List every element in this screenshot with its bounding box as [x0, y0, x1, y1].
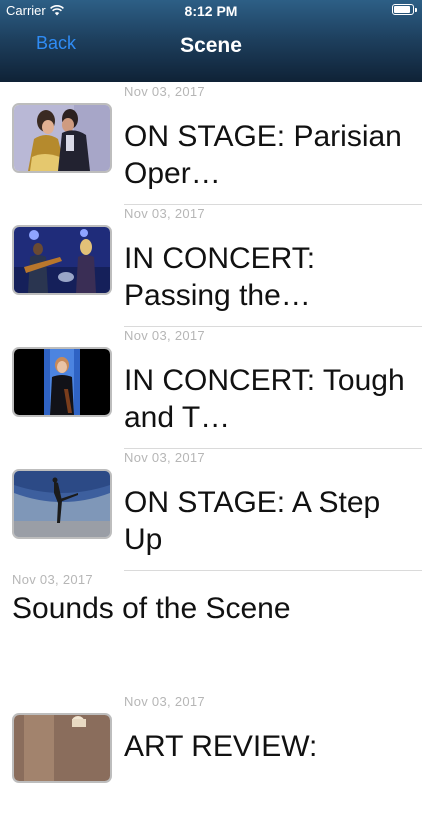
article-row[interactable]: Nov 03, 2017 IN CONCERT: Tough and T… — [0, 326, 422, 448]
battery-icon — [392, 4, 417, 15]
article-row[interactable]: Nov 03, 2017 ON STAGE: Parisian Oper… — [0, 82, 422, 204]
article-date: Nov 03, 2017 — [124, 206, 205, 221]
row-separator — [124, 204, 422, 205]
article-thumbnail — [12, 469, 112, 539]
article-date: Nov 03, 2017 — [12, 572, 93, 587]
article-title: ON STAGE: A Step Up — [124, 486, 381, 556]
article-row[interactable]: Nov 03, 2017 IN CONCERT: Passing the… — [0, 204, 422, 326]
article-title: IN CONCERT: Passing the… — [124, 242, 316, 312]
article-thumbnail — [12, 225, 112, 295]
article-title: ON STAGE: Parisian Oper… — [124, 120, 402, 190]
status-bar: Carrier 8:12 PM — [0, 0, 422, 22]
article-title: IN CONCERT: Tough and T… — [124, 364, 405, 434]
article-row[interactable]: Nov 03, 2017 ART REVIEW: — [0, 692, 422, 814]
article-thumbnail — [12, 347, 112, 417]
page-title: Scene — [180, 34, 242, 57]
row-separator — [124, 570, 422, 571]
row-separator — [124, 448, 422, 449]
article-date: Nov 03, 2017 — [124, 694, 205, 709]
status-time: 8:12 PM — [184, 3, 238, 19]
article-thumbnail — [12, 713, 112, 783]
article-title: Sounds of the Scene — [12, 592, 291, 625]
article-row[interactable]: Nov 03, 2017 Sounds of the Scene — [0, 570, 422, 692]
article-title: ART REVIEW: — [124, 730, 318, 763]
navigation-header: Carrier 8:12 PM Back Scene — [0, 0, 422, 82]
battery-level-fill — [394, 6, 410, 13]
article-date: Nov 03, 2017 — [124, 450, 205, 465]
article-date: Nov 03, 2017 — [124, 84, 205, 99]
article-thumbnail — [12, 103, 112, 173]
article-row[interactable]: Nov 03, 2017 ON STAGE: A Step Up — [0, 448, 422, 570]
row-separator — [124, 326, 422, 327]
article-date: Nov 03, 2017 — [124, 328, 205, 343]
